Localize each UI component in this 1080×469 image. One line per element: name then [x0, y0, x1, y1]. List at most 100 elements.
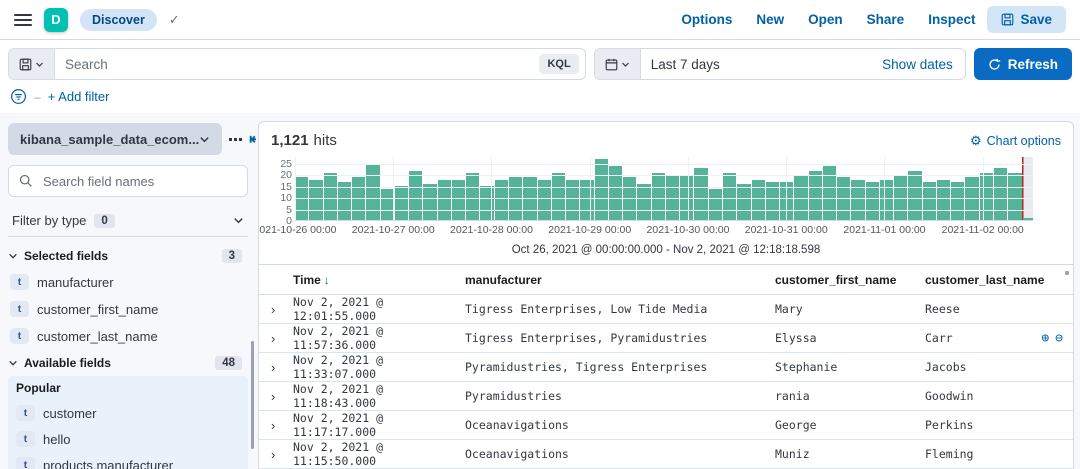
table-row[interactable]: › Nov 2, 2021 @ 12:01:55.000 Tigress Enter…	[259, 295, 1073, 324]
refresh-button[interactable]: Refresh	[973, 48, 1072, 80]
histogram-bar[interactable]	[708, 188, 722, 220]
text-field-icon: t	[10, 301, 29, 317]
filter-icon[interactable]	[10, 88, 27, 105]
query-language-button[interactable]: KQL	[539, 54, 579, 74]
histogram-bar[interactable]	[651, 172, 665, 220]
table-row[interactable]: › Nov 2, 2021 @ 11:57:36.000 Tigress Enter…	[259, 324, 1073, 353]
chevron-down-icon	[9, 360, 17, 366]
nav-inspect[interactable]: Inspect	[928, 12, 975, 27]
column-header-manufacturer[interactable]: manufacturer	[465, 273, 775, 287]
x-tick-label: 2021-11-02 00:00	[941, 224, 1024, 236]
histogram-bar[interactable]	[466, 172, 480, 220]
chevron-down-icon	[621, 62, 629, 67]
histogram-bar[interactable]	[751, 179, 765, 220]
histogram-bar[interactable]	[323, 172, 337, 220]
date-picker-group: Last 7 days Show dates	[593, 48, 966, 80]
histogram-bar[interactable]	[580, 179, 594, 220]
nav-options[interactable]: Options	[681, 12, 732, 27]
field-name: customer_first_name	[37, 301, 159, 317]
chevron-down-icon	[200, 136, 209, 142]
add-filter-button[interactable]: + Add filter	[48, 89, 110, 104]
expand-row-icon[interactable]: ›	[267, 360, 293, 375]
histogram-bar[interactable]	[551, 172, 566, 220]
index-pattern-selector[interactable]: kibana_sample_data_ecom...	[8, 123, 223, 155]
cell-time: Nov 2, 2021 @ 11:15:50.000	[293, 440, 384, 468]
y-tick-label: 20	[280, 169, 292, 182]
app-logo[interactable]: D	[44, 7, 68, 32]
selected-fields-header[interactable]: Selected fields 3	[8, 249, 248, 263]
plot-area[interactable]	[295, 157, 1033, 221]
filter-out-value-icon[interactable]: ⊖	[1055, 331, 1063, 346]
histogram-bar[interactable]	[936, 179, 951, 220]
table-scrollbar[interactable]	[1065, 271, 1069, 275]
field-item-customer_last_name[interactable]: t customer_last_name	[10, 328, 246, 344]
column-header-customer-first-name[interactable]: customer_first_name	[775, 273, 925, 287]
histogram-bar[interactable]	[437, 179, 451, 220]
histogram-bar[interactable]	[594, 159, 608, 220]
table-row[interactable]: › Nov 2, 2021 @ 11:33:07.000 Pyramidustrie…	[259, 353, 1073, 382]
save-button[interactable]: Save	[987, 6, 1066, 33]
table-row[interactable]: › Nov 2, 2021 @ 11:15:50.000 Oceanavigatio…	[259, 440, 1073, 469]
table-row[interactable]: › Nov 2, 2021 @ 11:17:17.000 Oceanavigatio…	[259, 411, 1073, 440]
filter-for-value-icon[interactable]: ⊕	[1041, 331, 1049, 346]
histogram-bar[interactable]	[851, 179, 865, 220]
histogram-bar[interactable]	[394, 186, 409, 220]
save-button-label: Save	[1020, 12, 1052, 27]
expand-row-icon[interactable]: ›	[267, 447, 293, 462]
field-item-products.manufacturer[interactable]: t products.manufacturer	[16, 457, 240, 469]
histogram-bar[interactable]	[637, 184, 651, 220]
field-item-hello[interactable]: t hello	[16, 431, 240, 447]
histogram-bar[interactable]	[608, 166, 623, 220]
available-fields-count: 48	[215, 356, 242, 370]
gear-icon: ⚙	[969, 133, 982, 148]
field-item-manufacturer[interactable]: t manufacturer	[10, 274, 246, 290]
expand-row-icon[interactable]: ›	[267, 302, 293, 317]
show-dates-button[interactable]: Show dates	[882, 57, 953, 72]
expand-row-icon[interactable]: ›	[267, 331, 293, 346]
cell-time: Nov 2, 2021 @ 11:33:07.000	[293, 353, 384, 381]
time-range-subtitle: Oct 26, 2021 @ 00:00:00.000 - Nov 2, 202…	[511, 244, 821, 256]
histogram-bar[interactable]	[494, 179, 508, 220]
expand-row-icon[interactable]: ›	[267, 418, 293, 433]
column-header-time[interactable]: Time ↓	[293, 273, 465, 287]
available-fields-header[interactable]: Available fields 48	[8, 356, 248, 370]
histogram-bar[interactable]	[309, 179, 323, 220]
nav-new[interactable]: New	[756, 12, 784, 27]
histogram-bar[interactable]	[537, 179, 551, 220]
table-row[interactable]: › Nov 2, 2021 @ 11:18:43.000 Pyramidustrie…	[259, 382, 1073, 411]
histogram-bar[interactable]	[908, 170, 922, 220]
sidebar-scrollbar[interactable]	[251, 341, 254, 449]
menu-icon[interactable]	[14, 13, 32, 26]
histogram-bar[interactable]	[380, 188, 394, 220]
nav-share[interactable]: Share	[867, 12, 905, 27]
search-input[interactable]	[55, 56, 540, 72]
chart-options-button[interactable]: ⚙ Chart options	[970, 134, 1061, 148]
histogram-bar[interactable]	[423, 184, 437, 220]
histogram-bar[interactable]	[566, 179, 580, 220]
histogram-bar[interactable]	[451, 179, 466, 220]
cell-manufacturer: Pyramidustries, Tigress Enterprises	[465, 360, 708, 374]
histogram-bar[interactable]	[409, 170, 423, 220]
date-range-value[interactable]: Last 7 days	[641, 57, 882, 72]
field-search-input[interactable]	[41, 172, 237, 190]
field-item-customer_first_name[interactable]: t customer_first_name	[10, 301, 246, 317]
breadcrumb[interactable]: Discover	[80, 8, 157, 31]
column-header-customer-last-name[interactable]: customer_last_name	[925, 273, 1065, 287]
date-quick-select-button[interactable]	[594, 49, 641, 79]
histogram-bar[interactable]	[366, 163, 380, 220]
field-item-customer[interactable]: t customer	[16, 405, 240, 421]
histogram-bar[interactable]	[822, 166, 837, 220]
histogram-bar[interactable]	[1008, 172, 1022, 220]
saved-query-menu-button[interactable]	[9, 49, 55, 79]
expand-row-icon[interactable]: ›	[267, 389, 293, 404]
histogram-bar[interactable]	[737, 184, 751, 220]
index-pattern-label: kibana_sample_data_ecom...	[20, 131, 200, 147]
histogram-bar[interactable]	[879, 179, 894, 220]
collapse-sidebar-icon[interactable]: ⇤	[249, 132, 256, 147]
field-settings-icon[interactable]	[229, 137, 243, 141]
histogram-bar[interactable]	[722, 172, 737, 220]
nav-open[interactable]: Open	[808, 12, 843, 27]
filter-by-type-dropdown[interactable]: Filter by type 0	[8, 205, 248, 237]
histogram-bar[interactable]	[808, 170, 822, 220]
refresh-icon	[989, 58, 1001, 70]
